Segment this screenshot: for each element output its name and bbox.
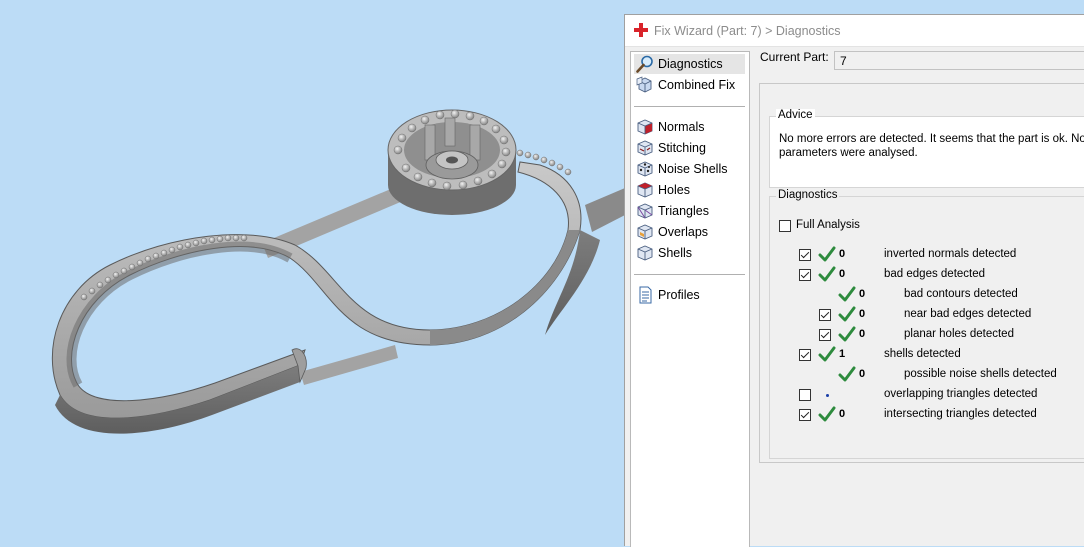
advice-group-title: Advice <box>776 109 815 121</box>
current-part-field[interactable]: 7 <box>834 51 1084 70</box>
not-analysed-dot-icon <box>826 394 829 397</box>
row-label: intersecting triangles detected <box>884 408 1037 420</box>
nav-item-triangles[interactable]: Triangles <box>634 201 745 221</box>
fix-wizard-nav: Diagnostics Combined Fix Normals Stitchi… <box>630 51 750 547</box>
overlaps-cube-icon <box>637 224 653 240</box>
magnifier-icon <box>636 55 653 73</box>
diag-row-bad-contours: 0 bad contours detected <box>799 286 1084 303</box>
stitching-cube-icon <box>637 140 653 156</box>
ok-check-icon <box>838 326 856 342</box>
nav-item-label: Stitching <box>658 141 706 155</box>
advice-group: Advice No more errors are detected. It s… <box>769 109 1084 188</box>
nav-item-normals[interactable]: Normals <box>634 117 745 137</box>
ok-check-icon <box>838 306 856 322</box>
row-label: inverted normals detected <box>884 248 1017 260</box>
current-part-label: Current Part: <box>760 50 829 64</box>
nav-item-shells[interactable]: Shells <box>634 243 745 263</box>
window-title: Fix Wizard (Part: 7) > Diagnostics <box>654 24 841 38</box>
ok-check-icon <box>838 366 856 382</box>
diagnostics-page: Advice No more errors are detected. It s… <box>759 83 1084 463</box>
row-count: 0 <box>859 368 866 380</box>
nav-separator <box>634 274 745 275</box>
advice-line: No more errors are detected. It seems th… <box>779 133 1084 145</box>
diagnostics-group: Diagnostics Full Analysis 0 inverted nor… <box>769 189 1084 459</box>
full-analysis-checkbox[interactable] <box>779 220 791 232</box>
row-label: shells detected <box>884 348 961 360</box>
row-label: near bad edges detected <box>904 308 1032 320</box>
row-checkbox[interactable] <box>799 389 811 401</box>
row-label: possible noise shells detected <box>904 368 1057 380</box>
row-label: bad contours detected <box>904 288 1018 300</box>
row-checkbox[interactable] <box>819 309 831 321</box>
diag-row-inverted-normals: 0 inverted normals detected <box>799 246 1084 263</box>
holes-cube-icon <box>637 182 653 198</box>
profiles-document-icon <box>639 286 652 304</box>
nav-item-label: Noise Shells <box>658 162 728 176</box>
nav-item-overlaps[interactable]: Overlaps <box>634 222 745 242</box>
diagnostics-group-title: Diagnostics <box>776 189 840 201</box>
ok-check-icon <box>818 266 836 282</box>
nav-item-profiles[interactable]: Profiles <box>634 285 745 305</box>
red-cross-app-icon <box>634 23 648 37</box>
advice-text: No more errors are detected. It seems th… <box>779 132 1084 160</box>
advice-line: parameters were analysed. <box>779 147 918 159</box>
fix-wizard-window: Fix Wizard (Part: 7) > Diagnostics Diagn… <box>624 14 1084 547</box>
ok-check-icon <box>818 346 836 362</box>
diag-row-intersecting-triangles: 0 intersecting triangles detected <box>799 406 1084 423</box>
row-count: 0 <box>859 288 866 300</box>
nav-item-diagnostics[interactable]: Diagnostics <box>634 54 745 74</box>
diag-row-bad-edges: 0 bad edges detected <box>799 266 1084 283</box>
row-count: 0 <box>839 248 846 260</box>
row-count: 0 <box>839 408 846 420</box>
diag-row-noise-shells: 0 possible noise shells detected <box>799 366 1084 383</box>
ok-check-icon <box>818 406 836 422</box>
3d-viewport[interactable] <box>0 0 625 545</box>
row-checkbox[interactable] <box>799 269 811 281</box>
ok-check-icon <box>838 286 856 302</box>
row-checkbox[interactable] <box>819 329 831 341</box>
diag-row-overlapping-triangles: overlapping triangles detected <box>799 387 1084 403</box>
nav-item-label: Profiles <box>658 288 700 302</box>
row-count: 1 <box>839 348 846 360</box>
row-checkbox[interactable] <box>799 249 811 261</box>
row-label: planar holes detected <box>904 328 1014 340</box>
title-bar[interactable]: Fix Wizard (Part: 7) > Diagnostics <box>625 15 1084 47</box>
nav-item-label: Holes <box>658 183 690 197</box>
nav-item-holes[interactable]: Holes <box>634 180 745 200</box>
full-analysis-label[interactable]: Full Analysis <box>796 219 860 231</box>
triangles-cube-icon <box>637 203 653 219</box>
nav-item-label: Overlaps <box>658 225 709 239</box>
noise-shells-icon <box>637 161 653 177</box>
row-label: overlapping triangles detected <box>884 388 1038 400</box>
row-checkbox[interactable] <box>799 409 811 421</box>
row-count: 0 <box>839 268 846 280</box>
nav-item-label: Shells <box>658 246 693 260</box>
diag-row-shells: 1 shells detected <box>799 346 1084 363</box>
ring-model[interactable] <box>0 0 625 545</box>
nav-item-stitching[interactable]: Stitching <box>634 138 745 158</box>
nav-item-combined-fix[interactable]: Combined Fix <box>634 75 745 95</box>
row-count: 0 <box>859 308 866 320</box>
normals-cube-icon <box>637 119 653 135</box>
nav-separator <box>634 106 745 107</box>
row-count: 0 <box>859 328 866 340</box>
row-label: bad edges detected <box>884 268 986 280</box>
nav-item-label: Combined Fix <box>658 78 736 92</box>
nav-item-label: Diagnostics <box>658 57 723 71</box>
diag-row-near-bad-edges: 0 near bad edges detected <box>819 306 1084 323</box>
row-checkbox[interactable] <box>799 349 811 361</box>
ok-check-icon <box>818 246 836 262</box>
diag-row-planar-holes: 0 planar holes detected <box>819 326 1084 343</box>
nav-item-label: Normals <box>658 120 705 134</box>
combined-fix-icon <box>636 76 652 93</box>
nav-item-label: Triangles <box>658 204 709 218</box>
nav-item-noise-shells[interactable]: Noise Shells <box>634 159 745 179</box>
shells-cube-icon <box>637 245 653 261</box>
